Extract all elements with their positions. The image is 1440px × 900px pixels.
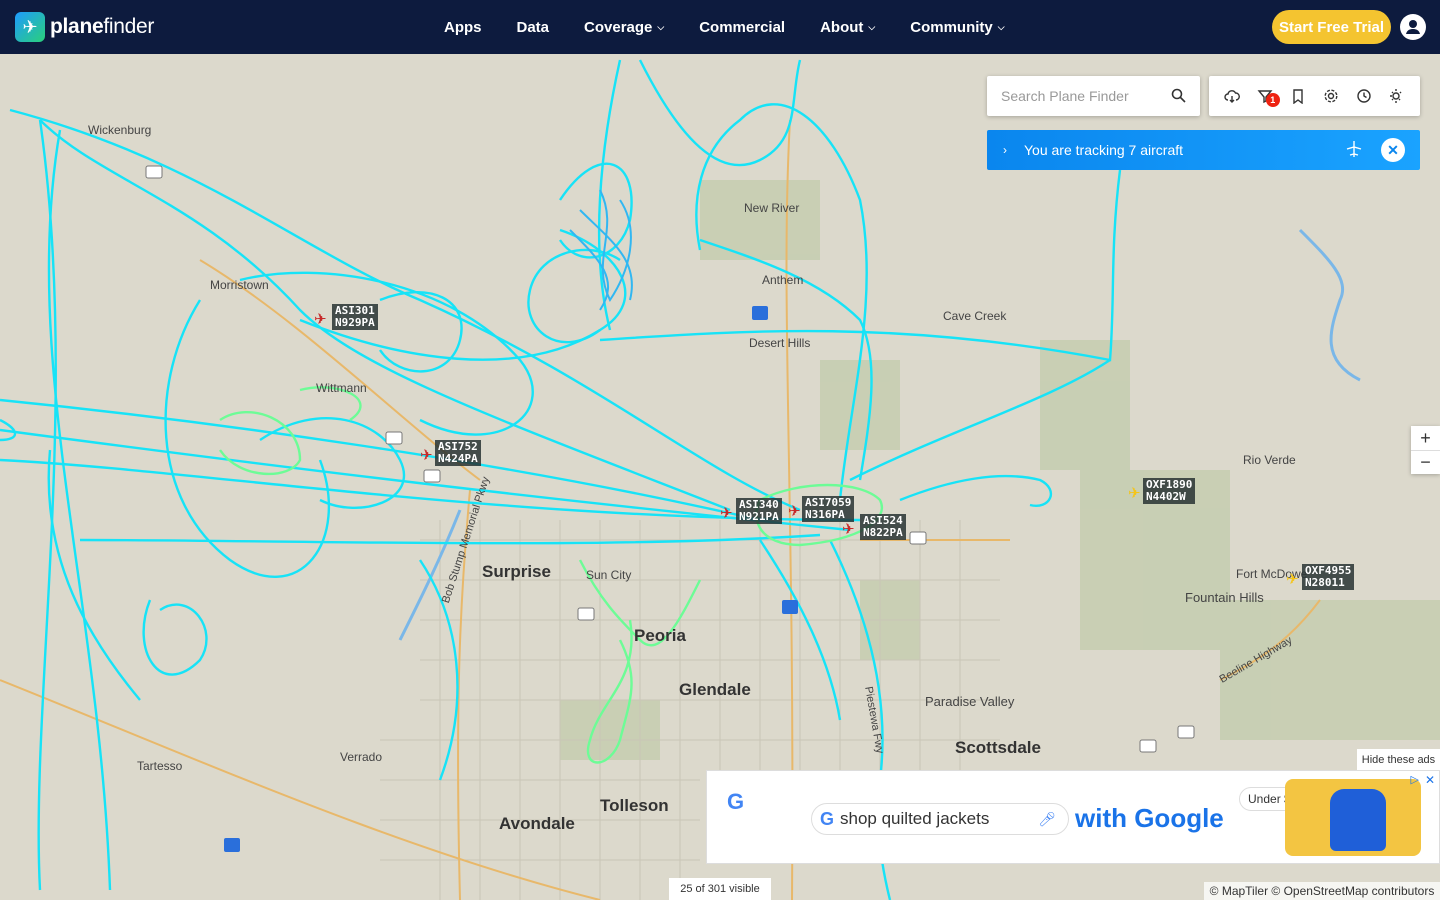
- cloud-icon[interactable]: [1221, 85, 1243, 107]
- tracking-text: You are tracking 7 aircraft: [1024, 142, 1184, 158]
- place-label: Peoria: [634, 626, 686, 645]
- place-label: Glendale: [679, 680, 751, 699]
- ad-info-icon[interactable]: ▷: [1411, 773, 1419, 786]
- filter-count-badge: 1: [1265, 93, 1280, 107]
- chevron-down-icon: ⌵: [868, 21, 876, 32]
- close-tracking-button[interactable]: ✕: [1381, 138, 1405, 162]
- aircraft-label-asi301[interactable]: ASI301 N929PA: [332, 304, 378, 330]
- place-label: Desert Hills: [749, 336, 811, 350]
- search-icon[interactable]: [1171, 88, 1186, 108]
- place-label: Fountain Hills: [1185, 590, 1264, 605]
- map-attribution[interactable]: © MapTiler © OpenStreetMap contributors: [1204, 882, 1440, 900]
- nav-data[interactable]: Data: [517, 19, 550, 36]
- aircraft-label-oxf4955[interactable]: OXF4955 N28011: [1302, 564, 1355, 590]
- aircraft-label-asi752[interactable]: ASI752 N424PA: [435, 440, 481, 466]
- terrain-patches: [560, 180, 1440, 760]
- google-shopping-icon: G: [727, 789, 745, 814]
- zoom-out-button[interactable]: −: [1411, 450, 1440, 474]
- plane-logo-icon: ✈: [15, 12, 45, 42]
- place-label: Wickenburg: [88, 123, 152, 137]
- planefinder-logo[interactable]: ✈ planefinder: [15, 12, 154, 42]
- place-label: Paradise Valley: [925, 694, 1015, 709]
- weather-icon[interactable]: [1386, 85, 1408, 107]
- ad-product-image[interactable]: [1285, 779, 1421, 856]
- zoom-control: + −: [1411, 426, 1440, 474]
- airplane-icon: [1344, 139, 1364, 164]
- place-label: Anthem: [762, 273, 804, 287]
- main-menu: Apps Data Coverage ⌵ Commercial About ⌵ Co…: [444, 0, 1040, 54]
- google-g-icon: G: [820, 808, 835, 829]
- logo-text-bold: plane: [50, 15, 104, 38]
- ad-search-pill[interactable]: G shop quilted jackets 🎤︎: [811, 803, 1069, 835]
- history-icon[interactable]: [1353, 85, 1375, 107]
- top-navbar: ✈ planefinder Apps Data Coverage ⌵ Commer…: [0, 0, 1440, 54]
- aircraft-marker-asi301[interactable]: ✈: [314, 310, 327, 328]
- place-label: Tartesso: [137, 759, 183, 773]
- aircraft-marker-asi7059[interactable]: ✈: [788, 502, 801, 520]
- jacket-image: [1330, 789, 1386, 851]
- place-label: Tolleson: [600, 796, 669, 815]
- microphone-icon: 🎤︎: [1038, 810, 1056, 827]
- map-toolbar: 1: [1209, 76, 1420, 116]
- search-input[interactable]: [1001, 88, 1161, 104]
- start-free-trial-button[interactable]: Start Free Trial: [1272, 10, 1391, 44]
- place-label: Verrado: [340, 750, 383, 764]
- logo-text-light: finder: [103, 15, 155, 38]
- settings-icon[interactable]: [1320, 85, 1342, 107]
- aircraft-marker-asi752[interactable]: ✈: [420, 446, 433, 464]
- place-label: Morristown: [210, 278, 269, 292]
- aircraft-marker-oxf1890[interactable]: ✈: [1128, 484, 1141, 502]
- place-label: Surprise: [482, 562, 551, 581]
- hide-ads-button[interactable]: Hide these ads: [1357, 749, 1440, 771]
- ad-search-text: shop quilted jackets: [840, 809, 990, 828]
- user-account-icon[interactable]: [1400, 14, 1426, 40]
- chevron-down-icon: ⌵: [997, 21, 1005, 32]
- search-box: [987, 76, 1200, 116]
- ad-with-google: with Google: [1075, 803, 1224, 833]
- zoom-in-button[interactable]: +: [1411, 426, 1440, 450]
- place-label: Scottsdale: [955, 738, 1041, 757]
- bookmark-icon[interactable]: [1287, 85, 1309, 107]
- nav-about[interactable]: About ⌵: [820, 19, 875, 36]
- aircraft-label-asi340[interactable]: ASI340 N921PA: [736, 498, 782, 524]
- place-label: Avondale: [499, 814, 575, 833]
- place-label: Cave Creek: [943, 309, 1007, 323]
- place-label: Wittmann: [316, 381, 367, 395]
- nav-coverage[interactable]: Coverage ⌵: [584, 19, 664, 36]
- nav-commercial[interactable]: Commercial: [699, 19, 785, 36]
- nav-community[interactable]: Community ⌵: [910, 19, 1004, 36]
- place-label: New River: [744, 201, 800, 215]
- advertisement[interactable]: G G shop quilted jackets 🎤︎ with Google …: [706, 770, 1440, 864]
- aircraft-marker-oxf4955[interactable]: ✈: [1286, 570, 1299, 588]
- aircraft-marker-asi524[interactable]: ✈: [842, 520, 855, 538]
- visible-aircraft-count: 25 of 301 visible: [669, 878, 771, 900]
- nav-apps[interactable]: Apps: [444, 19, 482, 36]
- place-label: Sun City: [586, 568, 632, 582]
- chevron-right-icon[interactable]: ›: [1003, 143, 1007, 157]
- place-label: Rio Verde: [1243, 453, 1296, 467]
- tracking-banner: › You are tracking 7 aircraft ✕: [987, 130, 1420, 170]
- chevron-down-icon: ⌵: [657, 21, 665, 32]
- aircraft-marker-asi340[interactable]: ✈: [720, 504, 733, 522]
- aircraft-label-oxf1890[interactable]: OXF1890 N4402W: [1143, 478, 1196, 504]
- filter-icon[interactable]: 1: [1254, 85, 1280, 107]
- ad-close-icon[interactable]: ✕: [1425, 773, 1435, 787]
- aircraft-label-asi524[interactable]: ASI524 N822PA: [860, 514, 906, 540]
- aircraft-label-asi7059[interactable]: ASI7059 N316PA: [802, 496, 855, 522]
